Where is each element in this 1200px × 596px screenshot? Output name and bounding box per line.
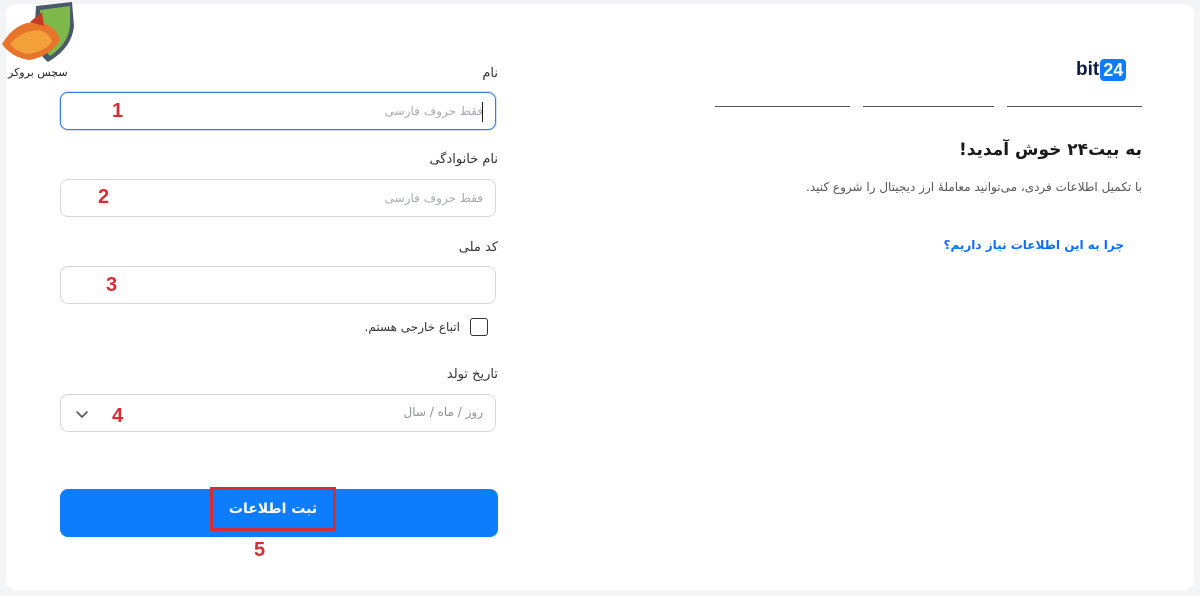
annotation-4: 4 (112, 405, 124, 427)
annotation-3: 3 (106, 274, 118, 296)
foreign-national-checkbox[interactable] (470, 318, 488, 336)
logo-number: 24 (1100, 59, 1127, 81)
birth-date-select[interactable]: روز / ماه / سال (60, 394, 496, 432)
last-name-label: نام خانوادگی (429, 152, 498, 167)
birth-date-label: تاریخ تولد (446, 367, 498, 382)
national-code-input[interactable] (61, 267, 495, 303)
watermark-text: سچس بروکر (8, 66, 68, 79)
first-name-field[interactable] (60, 92, 496, 130)
birth-date-placeholder: روز / ماه / سال (403, 405, 483, 419)
logo-text: bit (1076, 59, 1100, 80)
foreign-national-label: اتباع خارجی هستم. (364, 320, 460, 334)
last-name-input[interactable] (61, 180, 495, 216)
step-indicator-3 (715, 106, 850, 107)
step-indicator-2 (863, 106, 994, 107)
why-info-link[interactable]: چرا به این اطلاعات نیاز داریم؟ (900, 238, 1124, 252)
last-name-field[interactable] (60, 179, 496, 217)
annotation-2: 2 (98, 186, 110, 208)
welcome-subtitle: با تکمیل اطلاعات فردی، می‌توانید معاملهٔ… (806, 180, 1142, 194)
national-code-label: کد ملی (458, 240, 498, 255)
national-code-field[interactable] (60, 266, 496, 304)
first-name-label: نام (482, 66, 498, 81)
annotation-1: 1 (112, 100, 124, 122)
text-caret (482, 102, 483, 122)
annotation-5: 5 (254, 539, 266, 561)
bit24-logo: bit 24 (1076, 58, 1127, 82)
submit-button-label: ثبت اطلاعات (228, 501, 318, 517)
submit-highlight-box[interactable]: ثبت اطلاعات (210, 487, 336, 531)
step-indicator-1 (1007, 106, 1142, 107)
welcome-title: به بیت۲۴ خوش آمدید! (958, 140, 1142, 160)
chevron-down-icon (76, 411, 88, 419)
first-name-input[interactable] (61, 93, 495, 129)
